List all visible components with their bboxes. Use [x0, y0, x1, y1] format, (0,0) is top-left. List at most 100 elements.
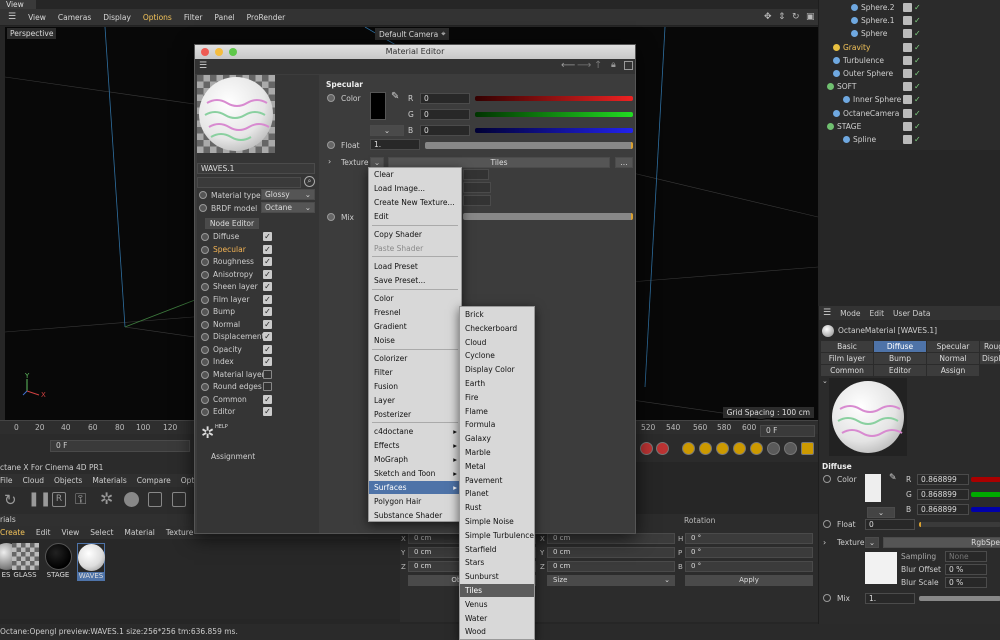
perspective-label[interactable]: Perspective	[7, 28, 57, 39]
radio-icon[interactable]	[823, 594, 831, 602]
attr-b-slider[interactable]	[971, 507, 1000, 512]
channel-row[interactable]: Opacity ✓	[201, 344, 272, 356]
hamburger-icon[interactable]: ☰	[8, 12, 16, 22]
search-icon[interactable]: ⌕	[304, 176, 315, 187]
mm-menu-select[interactable]: Select	[90, 528, 113, 537]
channel-checkbox[interactable]: ✓	[263, 282, 272, 291]
menu-item[interactable]: Save Preset...	[369, 274, 461, 287]
channel-row[interactable]: Index ✓	[201, 356, 272, 368]
visibility-toggle[interactable]	[903, 55, 912, 65]
attr-r-slider[interactable]	[971, 477, 1000, 482]
frame-right-field[interactable]: 0 F	[760, 425, 815, 437]
brdf-dropdown[interactable]: Octane ⌄	[261, 202, 315, 213]
radio-icon[interactable]	[201, 283, 209, 291]
menu-item[interactable]: Colorizer	[369, 352, 461, 365]
menu-item[interactable]: Filter	[369, 366, 461, 379]
submenu-item[interactable]: Rust	[460, 501, 534, 514]
channel-checkbox[interactable]: ✓	[263, 344, 272, 354]
node-editor-button[interactable]: Node Editor	[205, 218, 259, 229]
submenu-item[interactable]: Venus	[460, 598, 534, 611]
channel-checkbox[interactable]: ✓	[263, 244, 272, 254]
submenu-item[interactable]: Simple Noise	[460, 515, 534, 528]
channel-row[interactable]: Diffuse ✓	[201, 231, 272, 243]
blur-scale-field[interactable]: 0 %	[945, 577, 987, 588]
submenu-item[interactable]: Simple Turbulence	[460, 529, 534, 542]
size-mode-dropdown[interactable]: Size ⌄	[547, 575, 675, 586]
radio-icon[interactable]	[823, 520, 831, 528]
film-icon[interactable]	[801, 442, 814, 455]
object-row[interactable]: Sphere ✓	[819, 27, 1000, 40]
channel-row[interactable]: Anisotropy ✓	[201, 269, 272, 281]
menu-item[interactable]: Clear	[369, 168, 461, 181]
g-slider[interactable]	[475, 112, 633, 117]
g-field[interactable]: 0	[420, 109, 470, 120]
menu-item[interactable]: MoGraph ▸	[369, 453, 461, 466]
visibility-toggle[interactable]	[903, 95, 912, 105]
channel-checkbox[interactable]: ✓	[263, 232, 272, 241]
radio-icon[interactable]	[201, 270, 209, 279]
channel-checkbox[interactable]: ✓	[263, 307, 272, 316]
submenu-item[interactable]: Water	[460, 612, 534, 625]
object-row[interactable]: Inner Sphere ✓	[819, 93, 1000, 106]
submenu-item[interactable]: Galaxy	[460, 432, 534, 445]
hamburger-icon[interactable]: ☰	[199, 61, 207, 71]
attr-color-swatch[interactable]	[865, 474, 881, 502]
channel-row[interactable]: Round edges	[201, 381, 272, 393]
tab-common[interactable]: Common	[821, 365, 873, 376]
visibility-toggle[interactable]	[903, 108, 912, 118]
mm-menu-material[interactable]: Material	[124, 528, 154, 537]
visibility-toggle[interactable]	[903, 135, 912, 144]
submenu-item[interactable]: Cyclone	[460, 349, 534, 362]
rot-h-field[interactable]: 0 °	[685, 533, 813, 544]
sampling-dropdown[interactable]: None	[945, 551, 987, 562]
submenu-item[interactable]: Pavement	[460, 474, 534, 487]
radio-icon[interactable]	[201, 358, 209, 366]
help-logo-icon[interactable]: ✲	[201, 423, 214, 442]
enabled-check-icon[interactable]: ✓	[914, 133, 921, 146]
channel-checkbox[interactable]: ✓	[263, 407, 272, 416]
tab-film-layer[interactable]: Film layer	[821, 353, 873, 364]
object-row[interactable]: Sphere.1 ✓	[819, 14, 1000, 27]
rotate-key-icon[interactable]	[733, 442, 746, 455]
menu-objects[interactable]: Objects	[54, 476, 82, 485]
attr-g-slider[interactable]	[971, 492, 1000, 497]
mm-menu-create[interactable]: Create	[0, 528, 25, 537]
menu-item[interactable]: c4doctane ▸	[369, 425, 461, 438]
object-row[interactable]: Gravity ✓	[819, 41, 1000, 54]
material-thumb[interactable]: STAGE	[44, 543, 72, 579]
menu-item[interactable]: Fusion	[369, 380, 461, 393]
specular-color-swatch[interactable]	[370, 92, 386, 120]
attr-color-mode-dropdown[interactable]: ⌄	[867, 507, 895, 518]
submenu-item[interactable]: Brick	[460, 308, 534, 321]
size-z-field[interactable]: 0 cm	[547, 561, 675, 572]
submenu-item[interactable]: Earth	[460, 377, 534, 390]
channel-checkbox[interactable]	[263, 382, 272, 391]
channel-row[interactable]: Common ✓	[201, 394, 272, 406]
size-y-field[interactable]: 0 cm	[547, 547, 675, 558]
expand-arrow-icon[interactable]: ›	[823, 538, 826, 547]
attr-texture-button[interactable]: RgbSpe	[883, 537, 1000, 548]
tab-displacement[interactable]: Displa	[980, 353, 1000, 364]
menu-item[interactable]: Load Preset	[369, 260, 461, 273]
assignment-label[interactable]: Assignment	[211, 452, 255, 461]
submenu-item[interactable]: Metal	[460, 460, 534, 473]
vp-menu-display[interactable]: Display	[103, 13, 131, 22]
channel-row[interactable]: Sheen layer ✓	[201, 281, 272, 293]
enabled-check-icon[interactable]: ✓	[914, 14, 921, 27]
zoom-view-icon[interactable]: ⇕	[778, 12, 786, 22]
channel-checkbox[interactable]: ✓	[263, 394, 272, 404]
tab-basic[interactable]: Basic	[821, 341, 873, 352]
attr-r-field[interactable]: 0.868899	[917, 474, 969, 485]
menu-item[interactable]: Edit	[369, 210, 461, 223]
object-row[interactable]: OctaneCamera ✓	[819, 107, 1000, 120]
channel-row[interactable]: Roughness ✓	[201, 256, 272, 268]
mm-menu-edit[interactable]: Edit	[36, 528, 51, 537]
radio-icon[interactable]	[201, 258, 209, 266]
attr-menu-edit[interactable]: Edit	[870, 309, 885, 318]
move-view-icon[interactable]: ✥	[764, 12, 772, 22]
object-row[interactable]: STAGE ✓	[819, 120, 1000, 133]
record-icon[interactable]	[640, 442, 653, 455]
expand-arrow-icon[interactable]: ›	[328, 157, 331, 166]
close-button[interactable]	[201, 48, 209, 56]
r-field[interactable]: 0	[420, 93, 470, 104]
